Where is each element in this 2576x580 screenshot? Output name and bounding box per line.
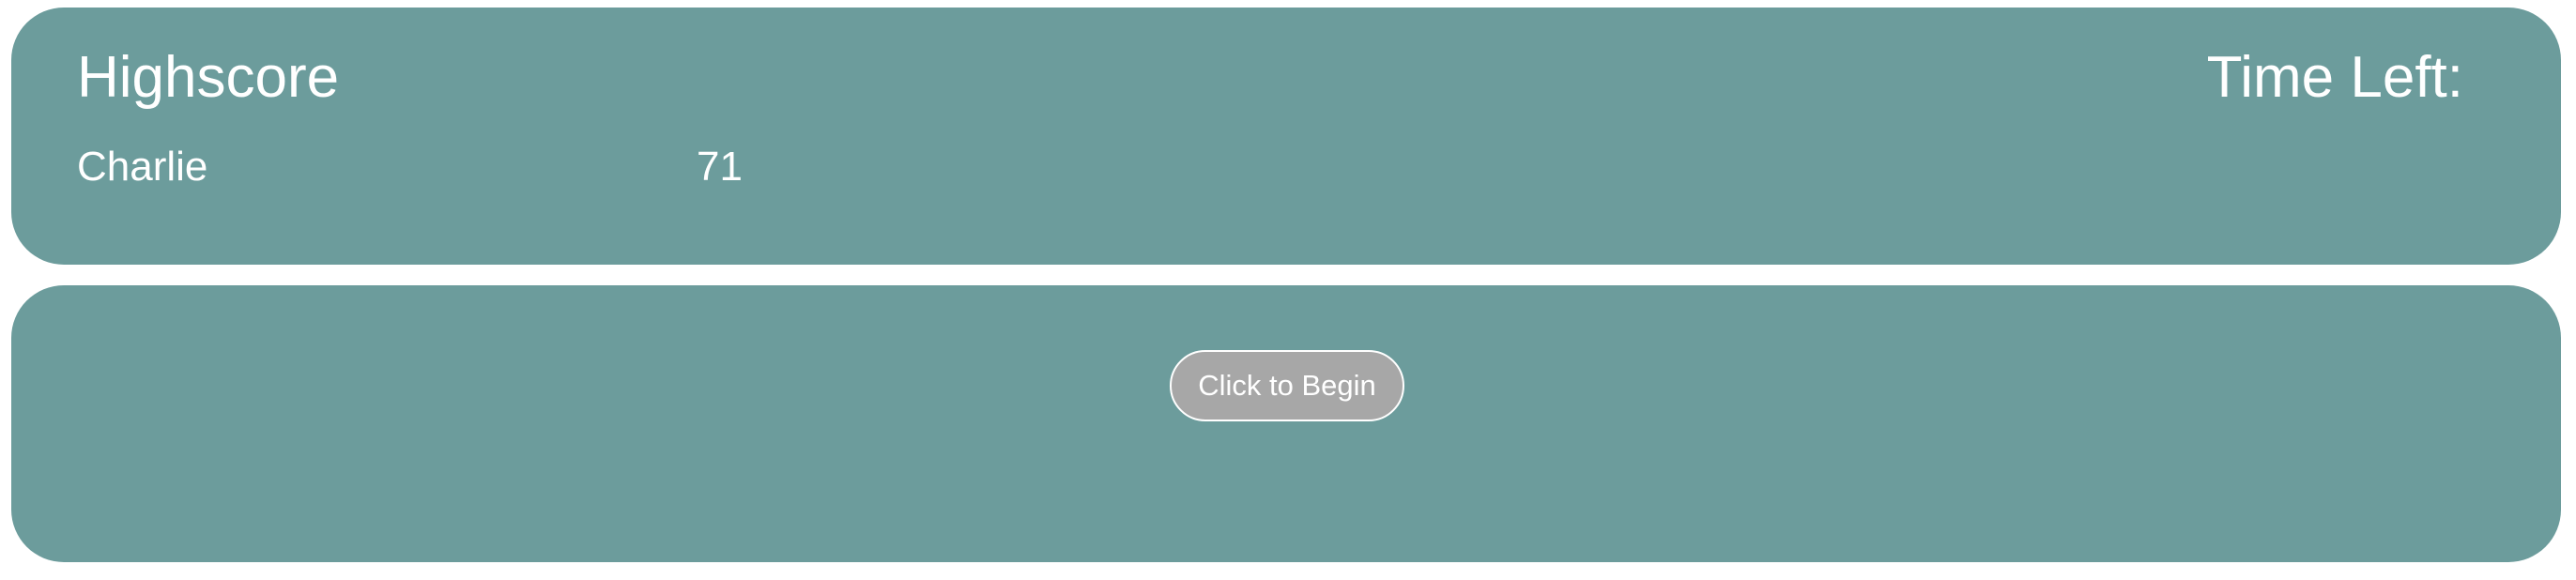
game-panel: Click to Begin (11, 285, 2561, 562)
time-left-label: Time Left: (2206, 45, 2463, 110)
scoreboard-panel: Highscore Time Left: Charlie 71 (11, 8, 2561, 265)
start-game-button[interactable]: Click to Begin (1170, 350, 1404, 421)
highscore-player-name: Charlie (77, 144, 208, 190)
highscore-title: Highscore (77, 45, 340, 110)
highscore-score-value: 71 (697, 144, 743, 190)
